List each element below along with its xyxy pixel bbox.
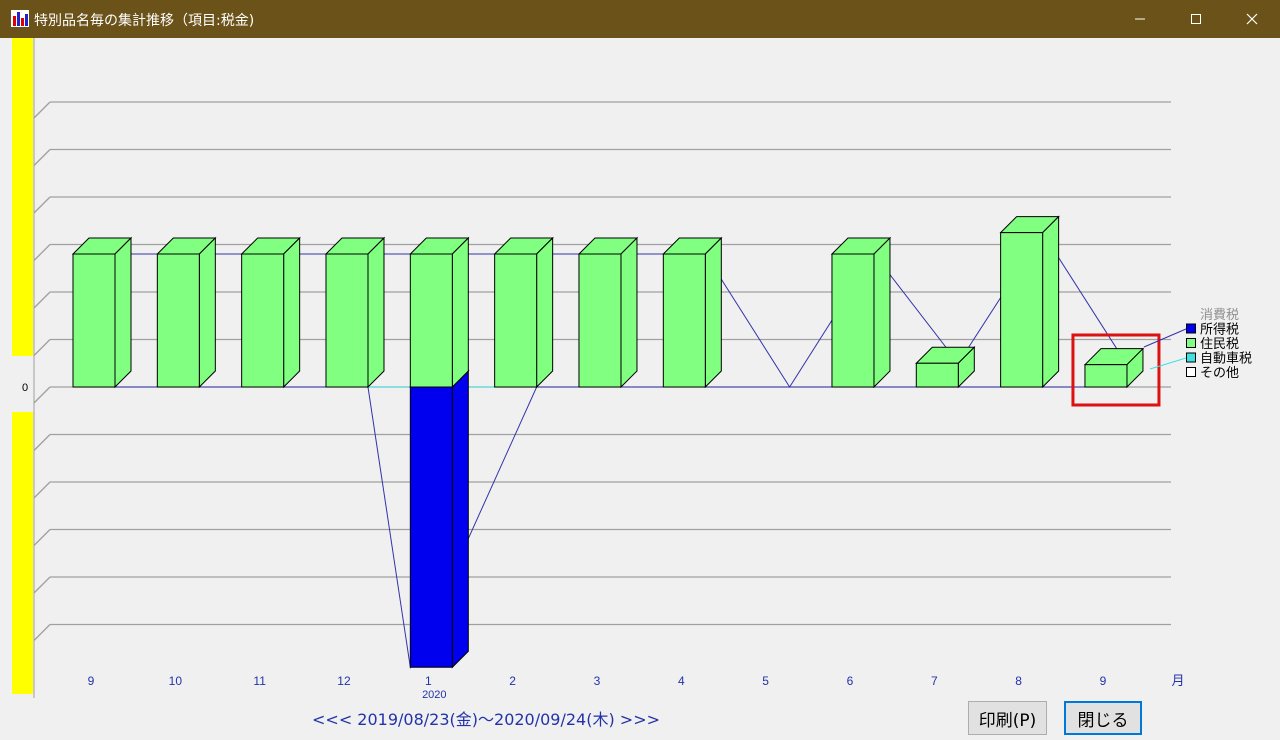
bar-住民税-5-side [536, 236, 554, 389]
grid-tick [33, 149, 51, 166]
bar-住民税-0-side [114, 236, 132, 389]
bar-住民税-2-side [283, 236, 301, 389]
x-tick-label: 9 [88, 674, 95, 688]
grid-tick [33, 291, 51, 309]
bar-住民税-3-front [325, 253, 369, 388]
window-title: 特別品名毎の集計推移（項目:税金) [34, 13, 255, 29]
grid-tick [33, 576, 51, 594]
bar-住民税-4-front [409, 253, 453, 388]
zero-label: 0 [22, 382, 28, 394]
bar-住民税-9-front [831, 253, 875, 388]
x-tick-label: 11 [253, 674, 266, 688]
legend-leader-自動車税 [1149, 357, 1187, 370]
bar-住民税-6-side [620, 236, 638, 389]
legend-swatch [1186, 323, 1196, 334]
bar-住民税-1-front [156, 253, 200, 388]
grid-tick [33, 481, 51, 499]
x-tick-label: 6 [847, 674, 854, 688]
bar-住民税-9 [830, 236, 892, 389]
bar-住民税-1 [156, 236, 217, 389]
x-tick-label: 7 [931, 674, 938, 688]
x-tick-label: 9 [1100, 674, 1107, 688]
date-range-navigator[interactable]: <<< 2019/08/23(金)～2020/09/24(木) >>> [312, 706, 660, 730]
bar-住民税-12 [1083, 347, 1145, 389]
legend-swatch [1186, 338, 1196, 348]
maximize-icon [1191, 14, 1201, 24]
bar-住民税-7-front [662, 253, 706, 388]
bar-住民税-6-front [578, 253, 622, 388]
tax-trend-chart: 0 9 10 11 12 1 2 3 4 5 6 7 8 9 2020 月消費税 所得税 住民税 自動車税 その他 [0, 38, 1280, 700]
bar-住民税-3-side [367, 236, 385, 389]
bar-住民税-1-side [198, 236, 216, 389]
bar-住民税-0 [71, 236, 133, 389]
chart-app-icon [11, 10, 29, 27]
close-button[interactable]: 閉じる [1064, 701, 1142, 735]
bar-所得税-4-side [451, 369, 469, 669]
maximize-button[interactable] [1168, 0, 1224, 38]
bar-住民税-5-front [494, 253, 538, 388]
bar-住民税-4-side [451, 236, 469, 389]
grid-tick [33, 244, 51, 261]
grid-tick [33, 339, 51, 356]
bar-住民税-6 [577, 236, 639, 389]
x-tick-label: 12 [337, 674, 351, 688]
legend-leader-所得税 [1143, 328, 1187, 348]
bar-住民税-0-front [72, 253, 116, 388]
bar-住民税-5 [493, 236, 554, 389]
legend-swatch [1186, 352, 1196, 363]
legend-label: その他 [1200, 366, 1239, 381]
series-line-所得税 [115, 386, 1127, 670]
x-tick-label: 8 [1015, 674, 1022, 688]
grid-tick [33, 386, 51, 404]
axis-band-lower [12, 412, 33, 694]
x-tick-label: 10 [169, 674, 183, 688]
x-tick-label: 4 [678, 674, 685, 688]
bar-住民税-11-side [1042, 215, 1060, 389]
x-tick-label: 1 [425, 674, 432, 688]
bar-住民税-9-side [873, 236, 891, 389]
legend-label: 所得税 [1200, 322, 1239, 338]
x-tick-label: 3 [594, 674, 601, 688]
close-icon [1246, 13, 1258, 25]
grid-tick [33, 196, 51, 214]
bar-住民税-7-side [704, 236, 722, 389]
bar-住民税-12-front [1084, 364, 1128, 388]
legend-label: 消費税 [1200, 308, 1239, 323]
grid-tick [33, 101, 51, 119]
grid-tick [33, 529, 51, 546]
x-tick-label: 2 [509, 674, 516, 688]
close-window-button[interactable] [1224, 0, 1280, 38]
bar-住民税-4 [409, 236, 470, 389]
minimize-button[interactable] [1112, 0, 1168, 38]
bar-住民税-7 [662, 236, 723, 389]
bar-住民税-2 [240, 236, 301, 389]
grid-tick [33, 434, 51, 451]
legend-label: 住民税 [1200, 337, 1239, 352]
legend-label: 自動車税 [1200, 352, 1252, 367]
bar-住民税-3 [324, 236, 386, 389]
bar-住民税-11 [999, 215, 1060, 389]
bar-所得税-4 [409, 369, 470, 669]
print-button[interactable]: 印刷(P) [968, 701, 1047, 735]
bar-住民税-10 [915, 346, 976, 389]
bar-住民税-11-front [1000, 232, 1044, 388]
x-unit-label: 月 [1171, 674, 1184, 689]
bar-所得税-4-front [409, 386, 453, 668]
x-tick-label: 5 [762, 674, 769, 688]
grid-tick [33, 624, 51, 641]
bar-住民税-10-front [915, 362, 959, 388]
legend-swatch [1186, 367, 1196, 377]
title-bar: 特別品名毎の集計推移（項目:税金) [0, 0, 1280, 38]
axis-band-upper [12, 38, 33, 356]
year-label: 2020 [422, 689, 446, 700]
chart-canvas: 09 10 11 12 1 2 3 4 5 6 7 8 92020月消費税所得税住民税自動車税その他 [12, 38, 1252, 700]
minimize-icon [1135, 18, 1145, 20]
bar-住民税-2-front [241, 253, 285, 388]
